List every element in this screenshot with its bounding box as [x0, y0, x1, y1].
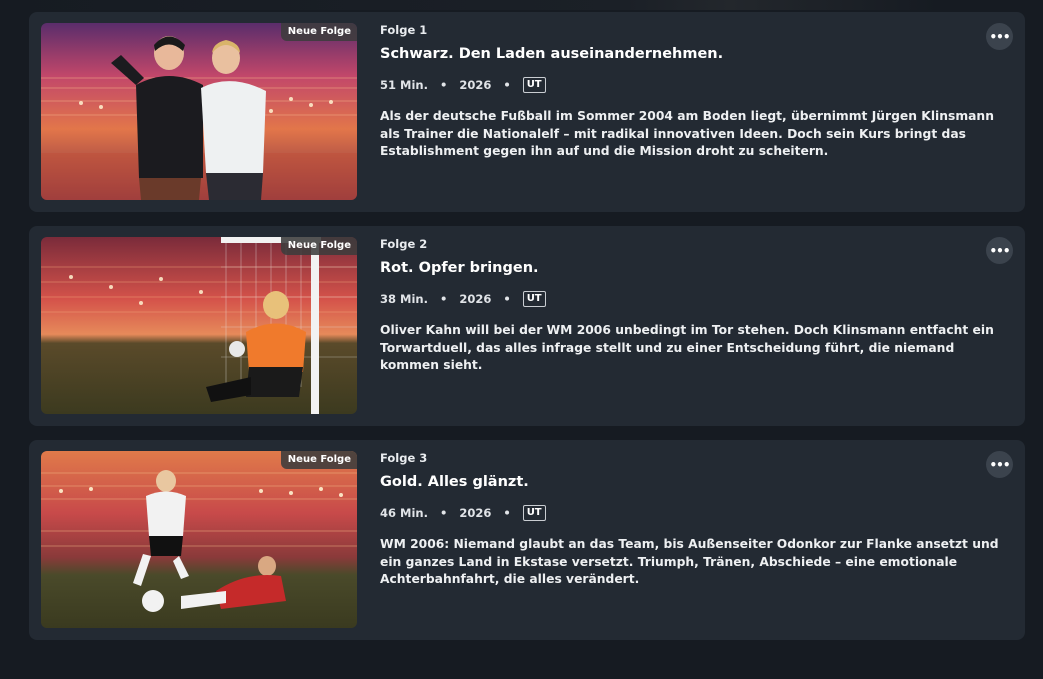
- more-options-button[interactable]: •••: [986, 451, 1013, 478]
- episode-description: WM 2006: Niemand glaubt an das Team, bis…: [380, 537, 999, 587]
- episode-year: 2026: [459, 292, 492, 306]
- episode-info: Folge 2 Rot. Opfer bringen. 38 Min. • 20…: [380, 237, 1012, 375]
- more-horizontal-icon: •••: [989, 243, 1010, 258]
- episode-number: Folge 1: [380, 23, 428, 37]
- episode-card-2[interactable]: Neue Folge Folge 2 Rot. Opfer bringen. 3…: [29, 226, 1025, 426]
- episode-meta: 46 Min. • 2026 • UT: [380, 504, 1012, 522]
- subtitles-badge: UT: [522, 77, 546, 93]
- more-horizontal-icon: •••: [989, 29, 1010, 44]
- subtitles-badge: UT: [522, 291, 546, 307]
- episode-title[interactable]: Rot. Opfer bringen.: [380, 259, 1012, 277]
- thumbnail-illustration-players: [41, 451, 357, 628]
- new-episode-badge: Neue Folge: [280, 237, 357, 255]
- episode-thumbnail[interactable]: Neue Folge: [41, 237, 357, 414]
- episode-year: 2026: [459, 506, 492, 520]
- episode-thumbnail[interactable]: Neue Folge: [41, 23, 357, 200]
- separator-dot: •: [503, 506, 511, 520]
- separator-dot: •: [503, 78, 511, 92]
- separator-dot: •: [439, 506, 448, 520]
- episode-title[interactable]: Schwarz. Den Laden auseinandernehmen.: [380, 45, 1012, 63]
- episode-thumbnail[interactable]: Neue Folge: [41, 451, 357, 628]
- separator-dot: •: [439, 292, 448, 306]
- episode-number: Folge 2: [380, 237, 428, 251]
- episode-description: Als der deutsche Fußball im Sommer 2004 …: [380, 109, 994, 159]
- separator-dot: •: [439, 78, 448, 92]
- more-horizontal-icon: •••: [989, 457, 1010, 472]
- episode-duration: 38 Min.: [380, 292, 428, 306]
- episode-list: Neue Folge Folge 1 Schwarz. Den Laden au…: [29, 12, 1025, 654]
- episode-description: Oliver Kahn will bei der WM 2006 unbedin…: [380, 323, 994, 373]
- episode-card-3[interactable]: Neue Folge Folge 3 Gold. Alles glänzt. 4…: [29, 440, 1025, 640]
- separator-dot: •: [503, 292, 511, 306]
- top-strip: [0, 0, 1043, 10]
- new-episode-badge: Neue Folge: [280, 451, 357, 469]
- episode-title[interactable]: Gold. Alles glänzt.: [380, 473, 1012, 491]
- episode-year: 2026: [459, 78, 492, 92]
- episode-card-1[interactable]: Neue Folge Folge 1 Schwarz. Den Laden au…: [29, 12, 1025, 212]
- episode-meta: 51 Min. • 2026 • UT: [380, 76, 1012, 94]
- episode-duration: 51 Min.: [380, 78, 428, 92]
- more-options-button[interactable]: •••: [986, 23, 1013, 50]
- subtitles-badge: UT: [522, 505, 546, 521]
- more-options-button[interactable]: •••: [986, 237, 1013, 264]
- episode-number: Folge 3: [380, 451, 428, 465]
- episode-info: Folge 1 Schwarz. Den Laden auseinanderne…: [380, 23, 1012, 161]
- episode-meta: 38 Min. • 2026 • UT: [380, 290, 1012, 308]
- thumbnail-illustration-goalkeeper: [41, 237, 357, 414]
- episode-info: Folge 3 Gold. Alles glänzt. 46 Min. • 20…: [380, 451, 1012, 589]
- episode-duration: 46 Min.: [380, 506, 428, 520]
- new-episode-badge: Neue Folge: [280, 23, 357, 41]
- thumbnail-illustration-coaches: [41, 23, 357, 200]
